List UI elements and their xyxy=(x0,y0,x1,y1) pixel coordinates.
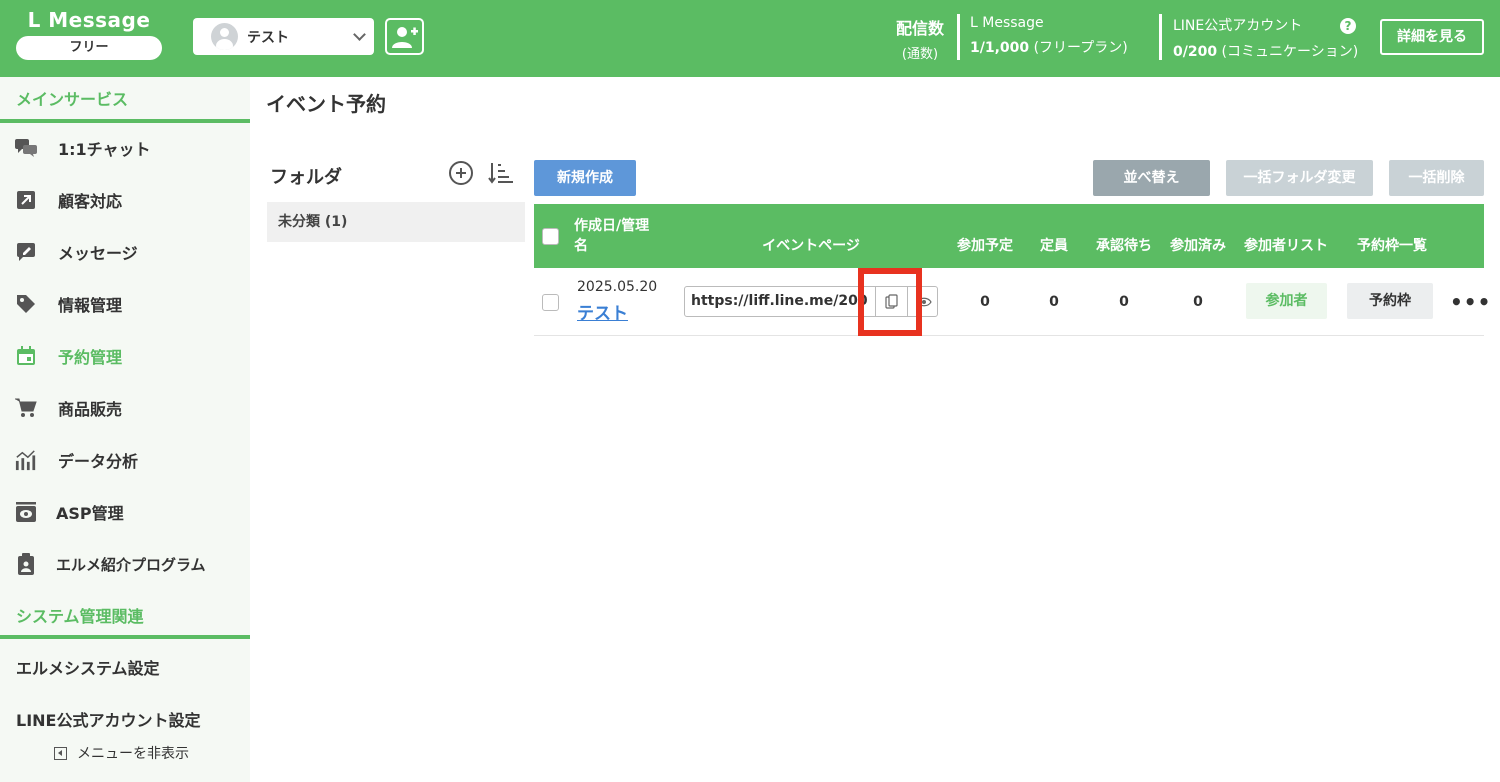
collapse-icon xyxy=(54,746,67,760)
sidebar-item-label: 顧客対応 xyxy=(58,192,123,211)
participants-button[interactable]: 参加者 xyxy=(1246,283,1327,319)
lmessage-usage-label: L Message xyxy=(970,15,1044,31)
sidebar-item-asp[interactable]: ASP管理 xyxy=(0,486,250,538)
chevron-down-icon xyxy=(353,27,366,41)
divider xyxy=(957,14,960,60)
account-selector[interactable]: テスト xyxy=(193,18,374,55)
clipboard-icon xyxy=(15,553,37,575)
cart-icon xyxy=(15,397,37,419)
hide-menu-label: メニューを非表示 xyxy=(77,746,189,762)
pending-count: 0 xyxy=(1119,294,1129,310)
plan-badge: フリー xyxy=(16,36,162,60)
folder-heading: フォルダ xyxy=(270,167,342,188)
row-checkbox-cell xyxy=(542,268,559,336)
sidebar-item-label: エルメ紹介プログラム xyxy=(56,555,206,574)
send-count-title: 配信数 xyxy=(896,19,945,38)
created-date: 2025.05.20 xyxy=(577,279,658,295)
brand-name: L Message xyxy=(27,8,151,32)
column-created-name-line1: 作成日/管理 xyxy=(574,218,650,234)
bulk-folder-change-button[interactable]: 一括フォルダ変更 xyxy=(1226,160,1373,196)
sidebar-item-referral[interactable]: エルメ紹介プログラム xyxy=(0,538,250,590)
sidebar-item-label: 1:1チャット xyxy=(58,140,151,159)
section-divider xyxy=(0,635,250,639)
copy-url-button[interactable] xyxy=(875,287,908,316)
sidebar-item-label: 商品販売 xyxy=(58,400,123,419)
sidebar-item-info[interactable]: 情報管理 xyxy=(0,278,250,330)
copy-icon xyxy=(884,293,898,309)
brand: L Message フリー xyxy=(16,8,162,60)
create-new-button[interactable]: 新規作成 xyxy=(534,160,636,196)
line-usage: LINE公式アカウント 0/200 (コミュニケーション) xyxy=(1173,15,1358,61)
line-usage-label: LINE公式アカウント xyxy=(1173,18,1303,34)
sidebar-item-customer[interactable]: 顧客対応 xyxy=(0,174,250,226)
account-name: テスト xyxy=(247,29,289,46)
preview-button[interactable] xyxy=(908,287,937,316)
lmessage-usage: L Message 1/1,000 (フリープラン) xyxy=(970,15,1128,57)
event-url-group: https://liff.line.me/200 xyxy=(684,286,938,317)
more-options-icon[interactable]: ••• xyxy=(1450,290,1491,314)
sidebar-item-label: データ分析 xyxy=(58,452,139,471)
sidebar-item-reservation[interactable]: 予約管理 xyxy=(0,330,250,382)
page-title: イベント予約 xyxy=(266,92,386,116)
sidebar-item-label: 予約管理 xyxy=(58,348,123,367)
planned-count: 0 xyxy=(980,294,990,310)
lmessage-count: 1/1,000 xyxy=(970,40,1030,56)
section-system: システム管理関連 xyxy=(16,607,144,626)
select-all-checkbox[interactable] xyxy=(542,227,559,245)
add-folder-icon[interactable] xyxy=(449,161,473,185)
sort-button[interactable]: 並べ替え xyxy=(1093,160,1210,196)
section-main-services: メインサービス xyxy=(16,90,129,109)
asp-icon xyxy=(15,501,37,523)
calendar-icon xyxy=(15,345,37,367)
table-row: 2025.05.20 テスト https://liff.line.me/200 … xyxy=(534,268,1490,336)
message-edit-icon xyxy=(15,241,37,263)
sidebar-item-label: メッセージ xyxy=(58,244,138,263)
avatar xyxy=(211,23,238,50)
lmessage-usage-value: 1/1,000 (フリープラン) xyxy=(970,37,1128,57)
divider xyxy=(1159,14,1162,60)
hide-menu-button[interactable]: メニューを非表示 xyxy=(54,743,189,763)
attended-count: 0 xyxy=(1193,294,1203,310)
tag-icon xyxy=(15,293,37,315)
line-count: 0/200 xyxy=(1173,44,1218,60)
line-usage-value: 0/200 (コミュニケーション) xyxy=(1173,41,1358,61)
sidebar-item-label: 情報管理 xyxy=(58,296,123,315)
send-count-sub: (通数) xyxy=(901,47,939,62)
event-url-field[interactable]: https://liff.line.me/200 xyxy=(691,287,871,316)
sidebar-item-message[interactable]: メッセージ xyxy=(0,226,250,278)
sidebar: メインサービス 1:1チャット 顧客対応 メッセージ 情報管理 予約管理 商品販… xyxy=(0,77,250,782)
chat-icon xyxy=(15,137,37,159)
arrow-icon xyxy=(15,189,37,211)
sidebar-link-system-settings[interactable]: エルメシステム設定 xyxy=(16,655,160,679)
sidebar-item-label: ASP管理 xyxy=(56,504,124,523)
eye-icon xyxy=(915,297,932,306)
header-checkbox-cell xyxy=(542,204,559,268)
capacity-count: 0 xyxy=(1049,294,1059,310)
add-user-button[interactable] xyxy=(385,18,424,55)
bulk-delete-button[interactable]: 一括削除 xyxy=(1389,160,1484,196)
chart-icon xyxy=(15,449,37,471)
sort-folders-icon[interactable] xyxy=(488,162,514,188)
add-user-icon xyxy=(391,26,418,48)
line-plan: (コミュニケーション) xyxy=(1221,44,1359,60)
send-count-label: 配信数 (通数) xyxy=(896,15,944,62)
sidebar-item-chat[interactable]: 1:1チャット xyxy=(0,122,250,174)
top-header: L Message フリー テスト 配信数 (通数) L Message 1/1… xyxy=(0,0,1500,77)
column-created-name: 作成日/管理名 xyxy=(574,204,674,268)
event-name-link[interactable]: テスト xyxy=(577,299,628,324)
help-icon[interactable]: ? xyxy=(1340,18,1356,34)
folder-item-uncategorized[interactable]: 未分類 (1) xyxy=(267,202,525,242)
reservation-slots-button[interactable]: 予約枠 xyxy=(1347,283,1433,319)
sidebar-item-analytics[interactable]: データ分析 xyxy=(0,434,250,486)
column-created-name-line2: 名 xyxy=(574,238,588,254)
lmessage-plan: (フリープラン) xyxy=(1033,40,1128,56)
row-checkbox[interactable] xyxy=(542,293,559,311)
sidebar-link-line-settings[interactable]: LINE公式アカウント設定 xyxy=(16,707,200,731)
sidebar-item-sales[interactable]: 商品販売 xyxy=(0,382,250,434)
table-header: 作成日/管理名 イベントページ 参加予定 定員 承認待ち 参加済み 参加者リスト… xyxy=(534,204,1484,268)
view-details-button[interactable]: 詳細を見る xyxy=(1380,19,1484,55)
